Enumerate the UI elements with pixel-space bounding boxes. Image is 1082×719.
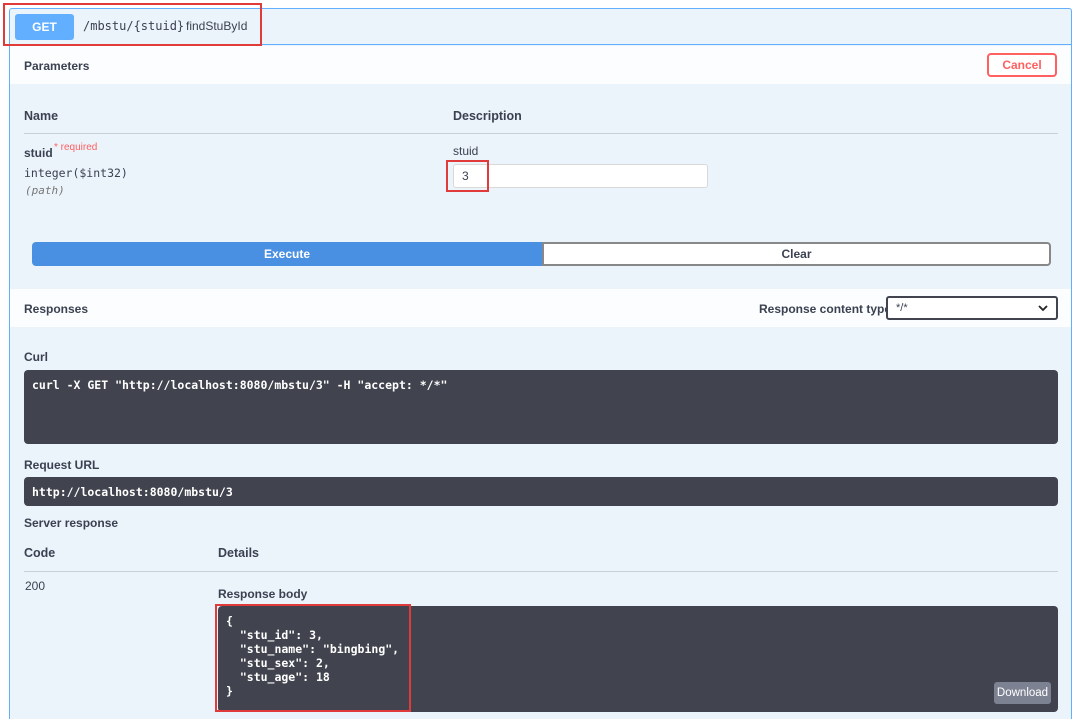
clear-button[interactable]: Clear	[542, 242, 1051, 266]
curl-command: curl -X GET "http://localhost:8080/mbstu…	[24, 370, 1058, 444]
operation-block: GET /mbstu/{stuid} findStuById Parameter…	[9, 8, 1072, 719]
download-button[interactable]: Download	[994, 682, 1051, 704]
response-content-type-label: Response content type	[759, 302, 892, 316]
json-line: }	[226, 684, 233, 698]
json-line: "stu_sex": 2,	[226, 656, 330, 670]
responses-divider	[24, 571, 1058, 572]
json-line: "stu_name": "bingbing",	[226, 642, 400, 656]
method-badge: GET	[15, 14, 74, 40]
json-line: "stu_age": 18	[226, 670, 330, 684]
execute-button[interactable]: Execute	[32, 242, 542, 266]
response-content-type-value: */*	[896, 302, 908, 314]
parameters-title: Parameters	[24, 59, 90, 73]
responses-title: Responses	[24, 302, 89, 316]
column-header-name: Name	[24, 109, 59, 123]
request-url: http://localhost:8080/mbstu/3	[24, 477, 1058, 506]
required-label: * required	[54, 142, 98, 153]
json-line: "stu_id": 3,	[226, 628, 323, 642]
operation-path: /mbstu/{stuid}	[83, 19, 185, 33]
column-header-code: Code	[24, 546, 56, 560]
column-header-details: Details	[218, 546, 259, 560]
cancel-button[interactable]: Cancel	[987, 53, 1057, 77]
request-url-label: Request URL	[24, 458, 100, 472]
chevron-down-icon	[1038, 305, 1048, 312]
response-body: { "stu_id": 3, "stu_name": "bingbing", "…	[218, 606, 1058, 712]
param-type: integer($int32)	[24, 166, 128, 180]
curl-label: Curl	[24, 350, 48, 364]
server-response-label: Server response	[24, 516, 119, 530]
column-header-description: Description	[453, 109, 522, 123]
response-status-code: 200	[25, 579, 46, 593]
stuid-input[interactable]	[453, 164, 708, 188]
response-body-label: Response body	[218, 587, 308, 601]
param-location: (path)	[25, 184, 65, 197]
operation-summary[interactable]: GET /mbstu/{stuid} findStuById	[10, 9, 1071, 45]
parameters-header: Parameters	[10, 46, 1071, 84]
param-name: stuid	[24, 146, 53, 160]
operation-summary-text: findStuById	[186, 19, 248, 33]
response-content-type-select[interactable]: */*	[886, 296, 1058, 320]
param-description: stuid	[453, 144, 479, 158]
json-line: {	[226, 614, 233, 628]
parameters-divider	[24, 133, 1058, 134]
